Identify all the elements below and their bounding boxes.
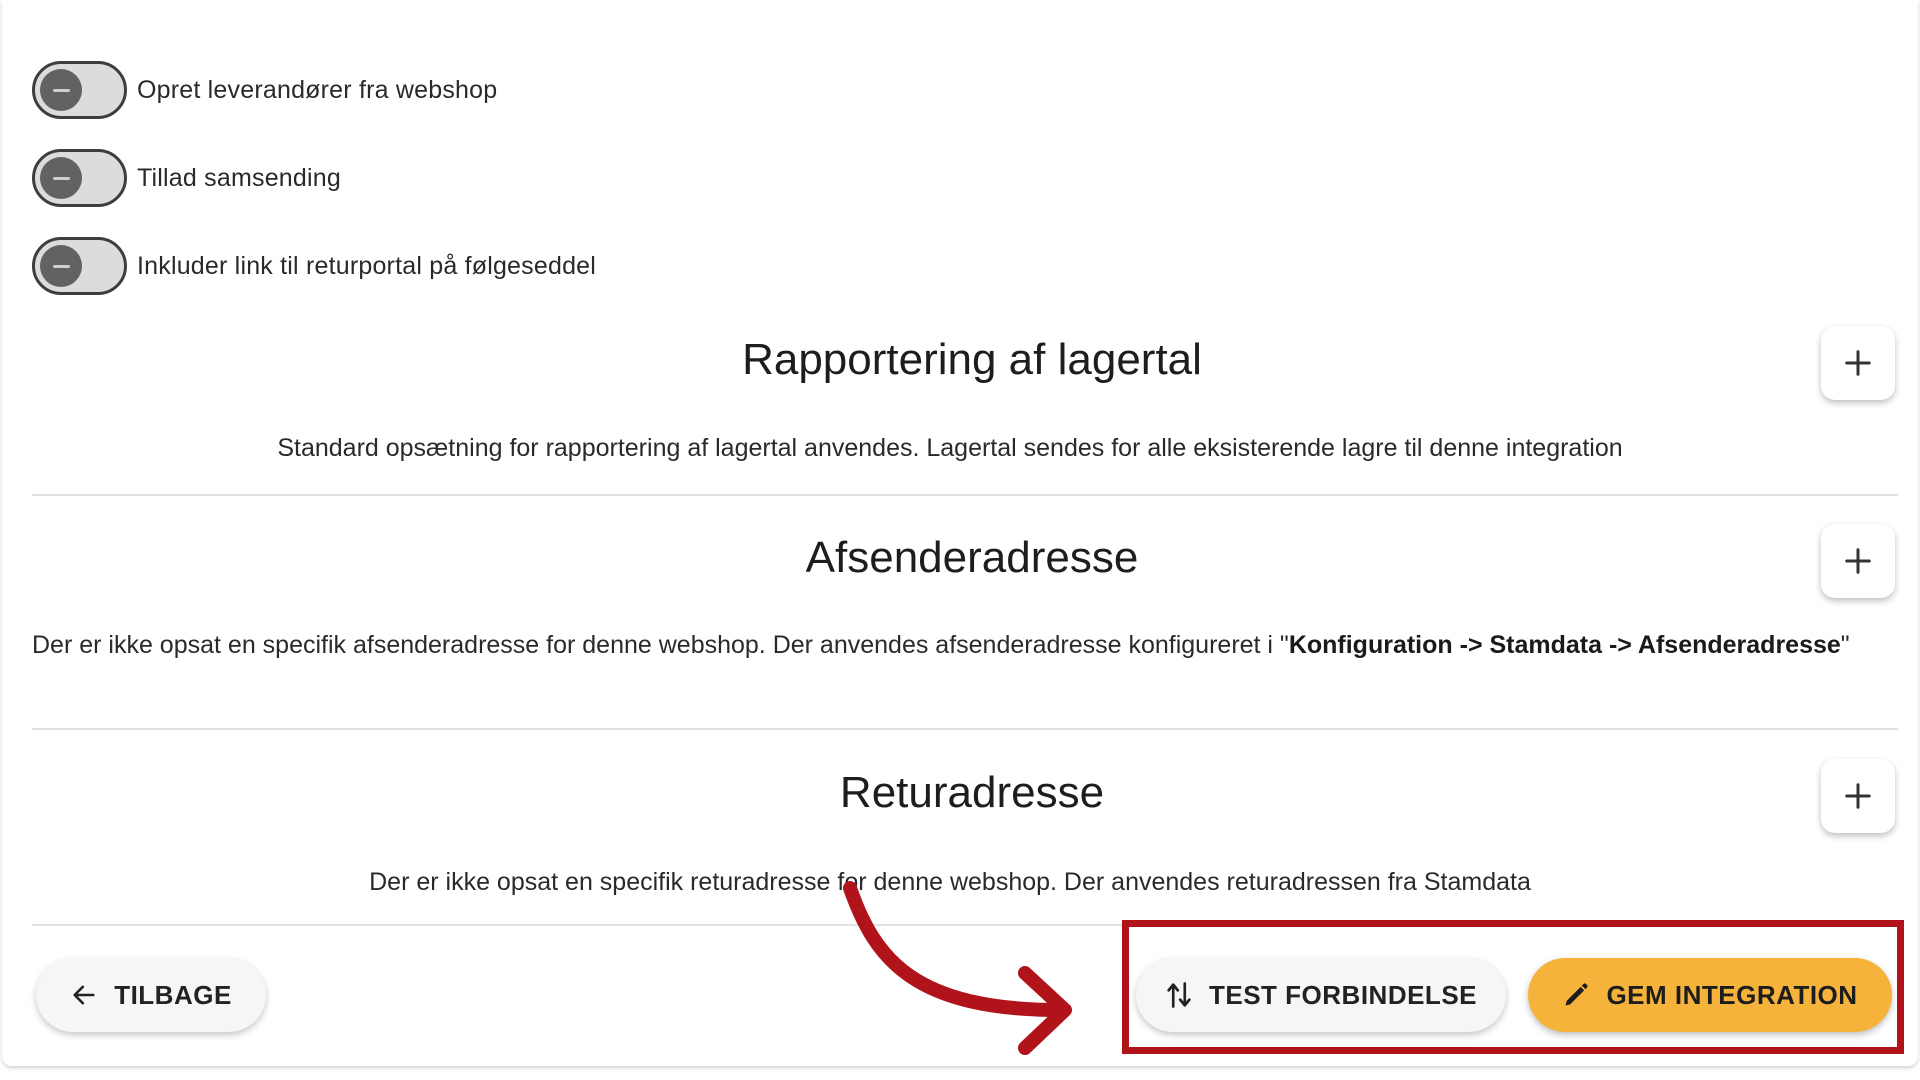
afsender-config-path: Konfiguration -> Stamdata -> Afsenderadr… bbox=[1288, 631, 1841, 659]
toggle-switch[interactable] bbox=[32, 237, 127, 295]
afsender-text-start: Der er ikke opsat en specifik afsenderad… bbox=[32, 631, 1289, 659]
expand-afsenderadresse-button[interactable] bbox=[1821, 524, 1895, 598]
toggle-label: Tillad samsending bbox=[137, 163, 341, 192]
expand-rapportering-button[interactable] bbox=[1821, 326, 1895, 400]
section-text-rapportering: Standard opsætning for rapportering af l… bbox=[277, 434, 1623, 462]
divider bbox=[32, 728, 1898, 730]
toggle-switch[interactable] bbox=[32, 61, 127, 119]
toggle-switch[interactable] bbox=[32, 149, 127, 207]
toggle-row-opret-leverandoerer[interactable]: Opret leverandører fra webshop bbox=[32, 60, 497, 120]
toggle-knob bbox=[40, 157, 82, 199]
section-text-afsenderadresse: Der er ikke opsat en specifik afsenderad… bbox=[32, 627, 1868, 664]
toggle-knob bbox=[40, 245, 82, 287]
section-title-returadresse: Returadresse bbox=[839, 768, 1105, 817]
plus-icon bbox=[1845, 783, 1871, 809]
toggle-row-tillad-samsending[interactable]: Tillad samsending bbox=[32, 148, 341, 208]
toggle-label: Opret leverandører fra webshop bbox=[137, 75, 498, 104]
divider bbox=[32, 494, 1898, 496]
toggle-row-inkluder-link[interactable]: Inkluder link til returportal på følgese… bbox=[32, 236, 596, 296]
annotation-arrow-icon bbox=[843, 881, 1072, 1055]
expand-returadresse-button[interactable] bbox=[1821, 759, 1895, 833]
annotation-highlight-box bbox=[1122, 920, 1904, 1054]
plus-icon bbox=[1845, 350, 1871, 376]
toggle-label: Inkluder link til returportal på følgese… bbox=[137, 251, 597, 280]
section-title-afsenderadresse: Afsenderadresse bbox=[805, 533, 1139, 582]
toggle-knob bbox=[40, 69, 82, 111]
back-button[interactable]: TILBAGE bbox=[36, 958, 266, 1032]
section-title-rapportering: Rapportering af lagertal bbox=[742, 335, 1202, 384]
back-button-label: TILBAGE bbox=[114, 979, 232, 1010]
afsender-text-end: " bbox=[1840, 631, 1850, 659]
plus-icon bbox=[1845, 548, 1871, 574]
arrow-left-icon bbox=[70, 981, 98, 1009]
